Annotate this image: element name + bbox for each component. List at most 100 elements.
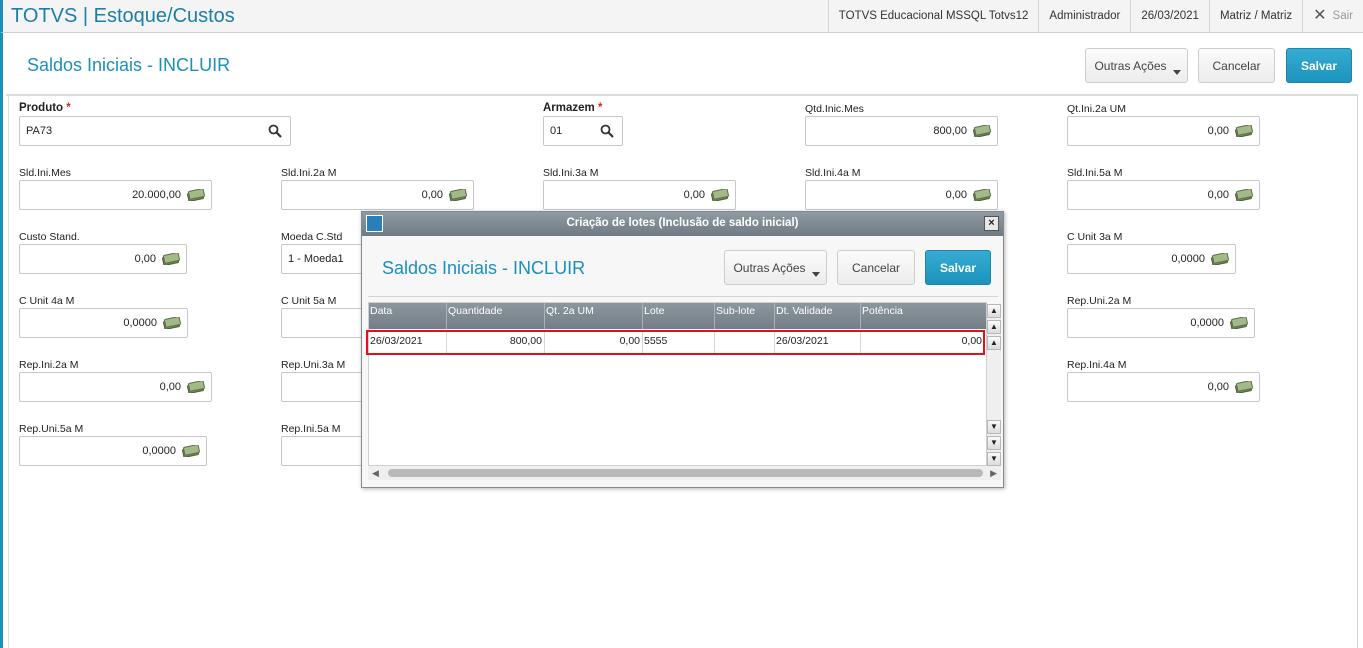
armazem-value: 01 <box>550 125 563 137</box>
money-icon[interactable] <box>1230 317 1248 329</box>
lots-grid[interactable]: Data Quantidade Qt. 2a UM Lote Sub-lote … <box>368 302 987 466</box>
qtd-inic-mes-label: Qtd.Inic.Mes <box>805 103 864 115</box>
qt-ini-2a-um-label: Qt.Ini.2a UM <box>1067 103 1126 115</box>
rep-ini-4a-m-label: Rep.Ini.4a M <box>1067 359 1127 371</box>
custo-stand-label: Custo Stand. <box>19 231 80 243</box>
custo-stand-field[interactable]: 0,00 <box>19 244 187 274</box>
money-icon[interactable] <box>1235 125 1253 137</box>
qtd-inic-mes-value: 800,00 <box>933 125 967 137</box>
c-unit-3a-m-value: 0,0000 <box>1171 253 1205 265</box>
close-icon[interactable]: × <box>984 216 999 231</box>
rep-uni-5a-m-field[interactable]: 0,0000 <box>19 436 207 466</box>
rep-uni-3a-m-label: Rep.Uni.3a M <box>281 359 346 371</box>
c-unit-4a-m-field[interactable]: 0,0000 <box>19 308 188 338</box>
column-header-potencia[interactable]: Potência <box>862 305 903 317</box>
up-arrow-icon[interactable]: ▲ <box>987 336 1001 350</box>
rep-ini-2a-m-field[interactable]: 0,00 <box>19 372 212 402</box>
cancel-button[interactable]: Cancelar <box>1198 48 1275 83</box>
custo-stand-value: 0,00 <box>134 253 156 265</box>
double-up-arrow-icon[interactable]: ▲ <box>987 320 1001 334</box>
moeda-c-std-label: Moeda C.Std <box>281 231 343 243</box>
dialog-cancel-button[interactable]: Cancelar <box>837 250 915 285</box>
horizontal-scrollbar[interactable]: ◀ ▶ <box>368 466 1001 480</box>
column-header-sub-lote[interactable]: Sub-lote <box>716 305 755 317</box>
other-actions-label: Outras Ações <box>1094 58 1167 73</box>
double-up-arrow-icon[interactable]: ▲ <box>987 304 1001 318</box>
rep-uni-2a-m-field[interactable]: 0,0000 <box>1067 308 1255 338</box>
rep-ini-5a-m-label: Rep.Ini.5a M <box>281 423 341 435</box>
column-header-data[interactable]: Data <box>370 305 392 317</box>
dialog-other-actions-button[interactable]: Outras Ações <box>724 250 827 285</box>
money-icon[interactable] <box>163 317 181 329</box>
sld-ini-2a-m-label: Sld.Ini.2a M <box>281 167 337 179</box>
sld-ini-2a-m-field[interactable]: 0,00 <box>281 180 474 210</box>
produto-field[interactable]: PA73 <box>19 116 291 146</box>
money-icon[interactable] <box>973 125 991 137</box>
lot-creation-dialog: Criação de lotes (Inclusão de saldo inic… <box>361 211 1004 488</box>
sld-ini-mes-field[interactable]: 20.000,00 <box>19 180 212 210</box>
money-icon[interactable] <box>1235 189 1253 201</box>
exit-button[interactable]: ✕ Sair <box>1302 0 1363 32</box>
vertical-scrollbar[interactable]: ▲ ▲ ▲ ▼ ▼ ▼ <box>987 304 1001 466</box>
down-arrow-icon[interactable]: ▼ <box>987 420 1001 434</box>
page-title: Saldos Iniciais - INCLUIR <box>27 55 231 75</box>
moeda-c-std-value: 1 - Moeda1 <box>288 253 344 265</box>
rep-uni-2a-m-label: Rep.Uni.2a M <box>1067 295 1132 307</box>
save-button[interactable]: Salvar <box>1286 48 1352 83</box>
search-icon[interactable] <box>268 124 282 138</box>
rep-ini-4a-m-field[interactable]: 0,00 <box>1067 372 1260 402</box>
user-label[interactable]: Administrador <box>1038 0 1130 32</box>
money-icon[interactable] <box>187 381 205 393</box>
c-unit-3a-m-label: C Unit 3a M <box>1067 231 1123 243</box>
double-down-arrow-icon[interactable]: ▼ <box>987 452 1001 466</box>
qt-ini-2a-um-value: 0,00 <box>1207 125 1229 137</box>
form-right-border <box>1357 96 1358 648</box>
sld-ini-5a-m-label: Sld.Ini.5a M <box>1067 167 1123 179</box>
money-icon[interactable] <box>973 189 991 201</box>
qt-ini-2a-um-field[interactable]: 0,00 <box>1067 116 1260 146</box>
dialog-heading: Saldos Iniciais - INCLUIR <box>382 258 586 278</box>
money-icon[interactable] <box>182 445 200 457</box>
money-icon[interactable] <box>1211 253 1229 265</box>
other-actions-button[interactable]: Outras Ações <box>1085 48 1188 83</box>
dialog-save-button[interactable]: Salvar <box>925 250 991 285</box>
sld-ini-3a-m-label: Sld.Ini.3a M <box>543 167 599 179</box>
scroll-left-icon[interactable]: ◀ <box>372 468 379 479</box>
top-bar: TOTVS | Estoque/Custos TOTVS Educacional… <box>0 0 1363 33</box>
branch-label[interactable]: Matriz / Matriz <box>1208 0 1302 32</box>
qtd-inic-mes-field[interactable]: 800,00 <box>805 116 998 146</box>
column-header-lote[interactable]: Lote <box>644 305 664 317</box>
column-header-dt-validade[interactable]: Dt. Validade <box>776 305 832 317</box>
armazem-field[interactable]: 01 <box>543 116 623 146</box>
scroll-right-icon[interactable]: ▶ <box>990 468 997 479</box>
sld-ini-3a-m-field[interactable]: 0,00 <box>543 180 736 210</box>
scroll-thumb[interactable] <box>388 469 983 477</box>
money-icon[interactable] <box>162 253 180 265</box>
money-icon[interactable] <box>1235 381 1253 393</box>
c-unit-3a-m-field[interactable]: 0,0000 <box>1067 244 1236 274</box>
sld-ini-4a-m-label: Sld.Ini.4a M <box>805 167 861 179</box>
form-left-border <box>8 96 9 648</box>
money-icon[interactable] <box>711 189 729 201</box>
double-down-arrow-icon[interactable]: ▼ <box>987 436 1001 450</box>
money-icon[interactable] <box>187 189 205 201</box>
dialog-cancel-label: Cancelar <box>851 260 901 275</box>
money-icon[interactable] <box>449 189 467 201</box>
dialog-other-actions-label: Outras Ações <box>733 260 806 275</box>
c-unit-4a-m-value: 0,0000 <box>123 317 157 329</box>
search-icon[interactable] <box>600 124 614 138</box>
c-unit-4a-m-label: C Unit 4a M <box>19 295 75 307</box>
rep-uni-5a-m-value: 0,0000 <box>142 445 176 457</box>
rep-uni-2a-m-value: 0,0000 <box>1190 317 1224 329</box>
sld-ini-5a-m-field[interactable]: 0,00 <box>1067 180 1260 210</box>
dialog-window-title: Criação de lotes (Inclusão de saldo inic… <box>566 217 799 229</box>
grid-header: Data Quantidade Qt. 2a UM Lote Sub-lote … <box>369 303 986 329</box>
close-icon: ✕ <box>1313 7 1327 24</box>
armazem-label: Armazem * <box>543 102 603 114</box>
sld-ini-mes-value: 20.000,00 <box>132 189 181 201</box>
column-header-qt-2a-um[interactable]: Qt. 2a UM <box>546 305 594 317</box>
dialog-titlebar[interactable]: Criação de lotes (Inclusão de saldo inic… <box>362 212 1003 236</box>
exit-label: Sair <box>1332 10 1353 22</box>
column-header-quantidade[interactable]: Quantidade <box>448 305 502 317</box>
sld-ini-4a-m-field[interactable]: 0,00 <box>805 180 998 210</box>
